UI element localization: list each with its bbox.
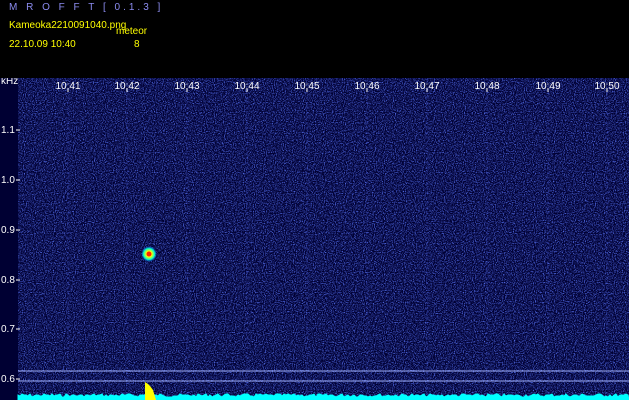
time-tick-label: 10:46 — [354, 81, 379, 92]
spectrogram-noise — [18, 78, 629, 400]
time-tick-label: 10:50 — [594, 81, 619, 92]
time-tick-label: 10:41 — [55, 81, 80, 92]
meteor-echo-core — [146, 251, 152, 257]
file-name: Kameoka2210091040.png — [9, 20, 127, 31]
frequency-tick-label: 1.1 — [1, 125, 15, 136]
time-tick-label: 10:43 — [174, 81, 199, 92]
time-tick-label: 10:44 — [234, 81, 259, 92]
frequency-tick-label: 1.0 — [1, 175, 15, 186]
time-tick-label: 10:49 — [535, 81, 560, 92]
frequency-tick-label: 0.9 — [1, 225, 15, 236]
app-title: M R O F F T [ 0.1.3 ] — [9, 2, 164, 13]
time-tick-label: 10:42 — [114, 81, 139, 92]
meteor-count: 8 — [134, 39, 140, 50]
frequency-tick-label: 0.8 — [1, 275, 15, 286]
date-time: 22.10.09 10:40 — [9, 39, 76, 50]
spectrogram: 10:41 10:42 10:43 10:44 10:45 10:46 10:47 10:48… — [0, 78, 629, 400]
time-tick-label: 10:45 — [294, 81, 319, 92]
meteor-label: meteor — [116, 26, 148, 37]
time-tick-label: 10:48 — [474, 81, 499, 92]
frequency-unit: kHz — [1, 78, 18, 87]
time-tick-label: 10:47 — [414, 81, 439, 92]
frequency-tick-label: 0.6 — [1, 374, 15, 385]
signal-baseline — [17, 393, 629, 400]
frequency-tick-label: 0.7 — [1, 324, 15, 335]
